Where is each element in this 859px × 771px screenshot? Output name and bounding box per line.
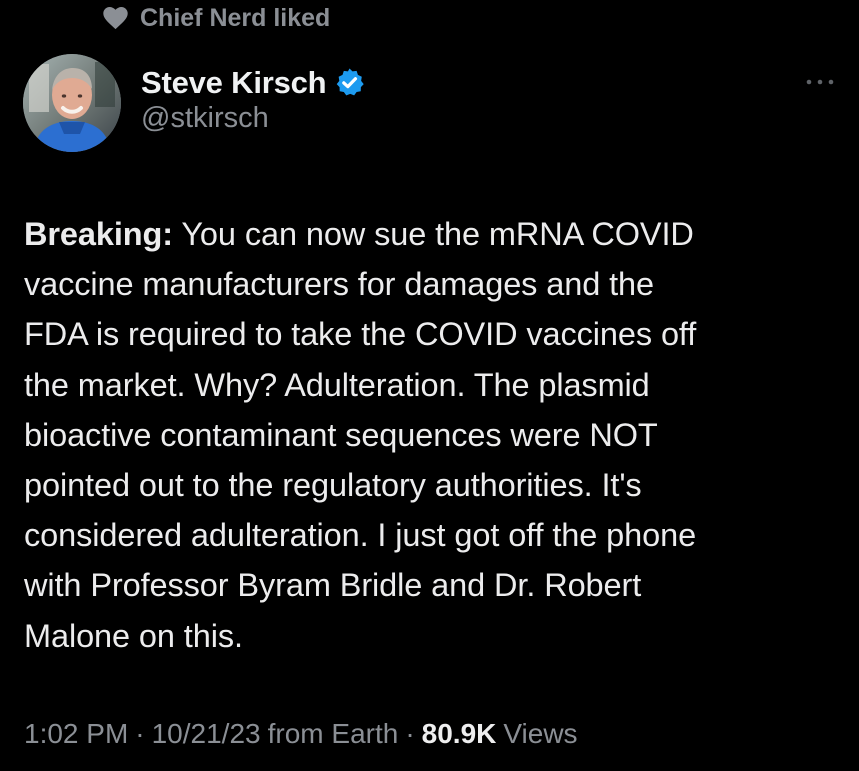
- more-options-button[interactable]: [803, 69, 837, 95]
- tweet-line-7: considered adulteration. I just got off …: [24, 517, 697, 554]
- tweet-line-4: the market. Why? Adulteration. The plasm…: [24, 366, 650, 403]
- tweet-text: Breaking: You can now sue the mRNA COVID…: [24, 209, 834, 661]
- author-name-row: Steve Kirsch: [141, 62, 365, 102]
- tweet-line-text: You can now sue the mRNA COVID: [173, 216, 694, 252]
- social-context-label: Chief Nerd liked: [140, 3, 331, 32]
- tweet-line-8: with Professor Byram Bridle and Dr. Robe…: [24, 567, 642, 604]
- tweet-line-9: Malone on this.: [24, 617, 243, 654]
- tweet-line-2: vaccine manufacturers for damages and th…: [24, 266, 654, 303]
- avatar[interactable]: [23, 54, 121, 152]
- tweet-time[interactable]: 1:02 PM: [24, 718, 128, 750]
- author-name[interactable]: Steve Kirsch: [141, 67, 327, 98]
- tweet-date[interactable]: 10/21/23: [152, 718, 261, 750]
- breaking-label: Breaking:: [24, 216, 173, 252]
- social-context: Chief Nerd liked: [103, 2, 330, 34]
- verified-badge-icon: [334, 67, 365, 98]
- heart-icon: [103, 6, 128, 30]
- tweet-line-3: FDA is required to take the COVID vaccin…: [24, 316, 697, 353]
- more-options-icon: [806, 79, 834, 85]
- tweet-line-5: bioactive contaminant sequences were NOT: [24, 416, 658, 453]
- tweet-metadata: 1:02 PM · 10/21/23 from Earth · 80.9K Vi…: [24, 718, 578, 750]
- meta-separator: ·: [135, 718, 145, 749]
- views-label: Views: [503, 718, 578, 749]
- author-block: Steve Kirsch @stkirsch: [141, 62, 365, 133]
- views-count: 80.9K: [421, 718, 497, 749]
- author-handle[interactable]: @stkirsch: [141, 104, 365, 133]
- tweet-line-1: Breaking: You can now sue the mRNA COVID: [24, 209, 834, 259]
- meta-separator: ·: [405, 718, 415, 749]
- tweet-line-6: pointed out to the regulatory authoritie…: [24, 467, 642, 504]
- tweet-source: from Earth: [267, 718, 399, 749]
